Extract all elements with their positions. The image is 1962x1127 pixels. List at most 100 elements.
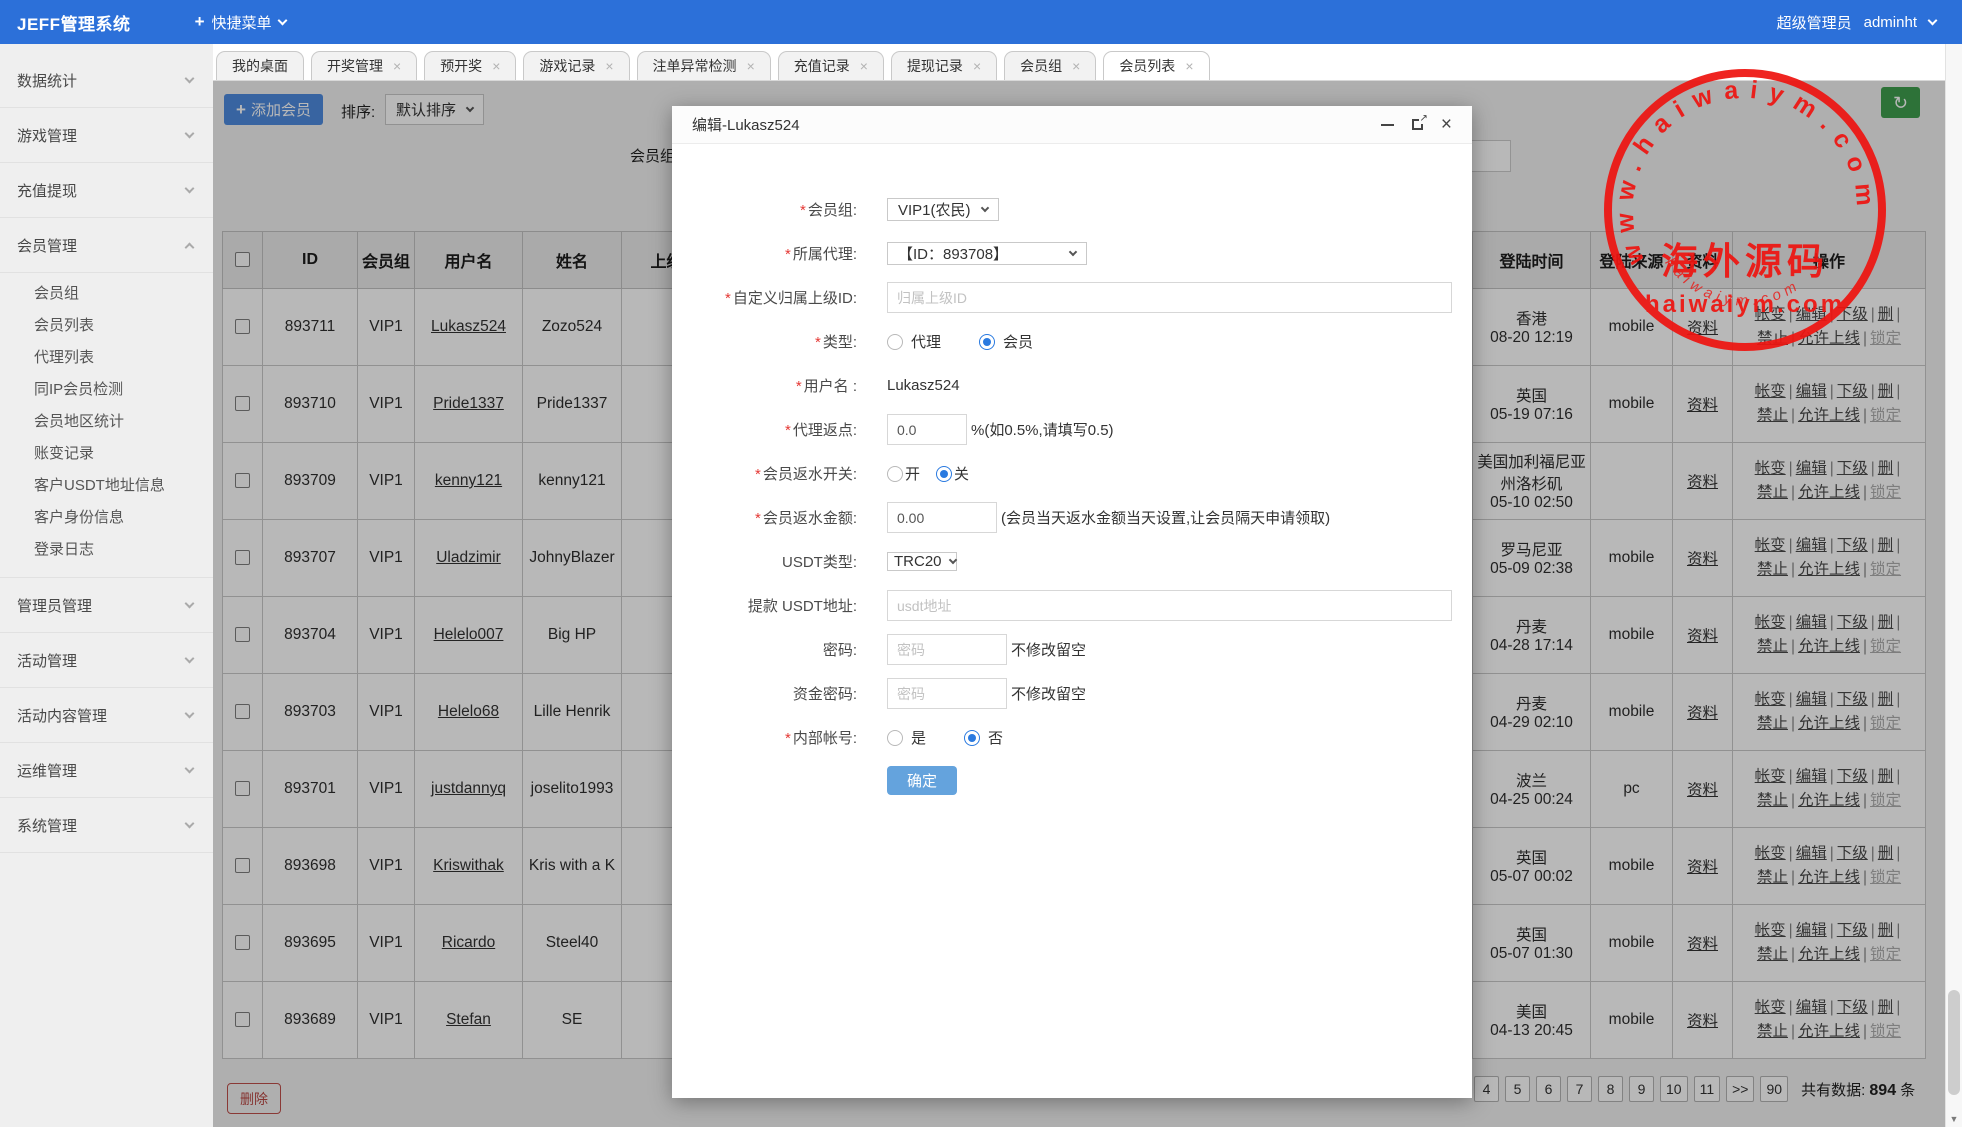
fund-password-input[interactable]	[887, 678, 1007, 709]
sidebar-item-游戏管理[interactable]: 游戏管理	[0, 108, 213, 163]
sidebar-submenu: 会员组 会员列表 代理列表 同IP会员检测 会员地区统计 账变记录 客户USDT地址信息 客户…	[0, 273, 213, 578]
form-row-agent: 所属代理: 【ID：893708】	[672, 238, 1472, 269]
internal-yes-radio[interactable]: 是	[887, 727, 926, 748]
usdt-type-label: USDT类型:	[781, 554, 857, 571]
tab-close-icon[interactable]	[747, 59, 755, 73]
scrollbar-thumb[interactable]	[1948, 990, 1960, 1095]
group-select[interactable]: VIP1(农民)	[887, 198, 999, 221]
sidebar-item-label: 管理员管理	[17, 597, 93, 615]
tab-label: 充值记录	[793, 58, 850, 74]
usdt-type-select[interactable]: TRC20	[887, 552, 957, 571]
sidebar: 数据统计 游戏管理 充值提现 会员管理 会员组 会员列表 代理列表 同IP会员检测 会员地区统计…	[0, 44, 213, 1127]
close-icon[interactable]	[1441, 115, 1452, 134]
quick-menu-button[interactable]: 快捷菜单	[195, 12, 287, 33]
sidebar-subitem-同IP会员检测[interactable]: 同IP会员检测	[0, 374, 213, 406]
rakeback-amount-input[interactable]	[887, 502, 997, 533]
radio-icon	[887, 333, 903, 350]
rebate-label: 代理返点:	[672, 419, 857, 440]
vertical-scrollbar[interactable]	[1945, 44, 1962, 1127]
tab-会员列表[interactable]: 会员列表	[1103, 51, 1210, 80]
dialog-title: 编辑-Lukasz524	[692, 117, 800, 134]
sidebar-item-label: 运维管理	[17, 762, 78, 780]
sidebar-subitem-客户身份信息[interactable]: 客户身份信息	[0, 502, 213, 534]
group-label: 会员组:	[672, 199, 857, 220]
top-bar: JEFF管理系统 快捷菜单 超级管理员 adminht	[0, 0, 1962, 44]
password-input[interactable]	[887, 634, 1007, 665]
chevron-down-icon	[184, 183, 195, 194]
sidebar-item-系统管理[interactable]: 系统管理	[0, 798, 213, 853]
sidebar-subitem-会员组[interactable]: 会员组	[0, 278, 213, 310]
sidebar-subitem-登录日志[interactable]: 登录日志	[0, 534, 213, 566]
confirm-button[interactable]: 确定	[887, 766, 957, 795]
rebate-input[interactable]	[887, 414, 967, 445]
tab-close-icon[interactable]	[393, 59, 401, 73]
sidebar-subitem-账变记录[interactable]: 账变记录	[0, 438, 213, 470]
parent-id-input[interactable]	[887, 282, 1452, 313]
app-title: JEFF管理系统	[17, 14, 131, 34]
rakeback-on-label: 开	[905, 466, 921, 483]
tab-label: 会员列表	[1119, 58, 1176, 74]
rakeback-off-radio[interactable]: 关	[936, 463, 969, 484]
group-select-value: VIP1(农民)	[898, 202, 971, 219]
sidebar-item-label: 充值提现	[17, 182, 78, 200]
form-row-usdt-type: USDT类型: TRC20	[672, 546, 1472, 577]
rakeback-switch-label: 会员返水开关:	[672, 463, 857, 484]
sidebar-subitem-会员列表[interactable]: 会员列表	[0, 310, 213, 342]
tab-开奖管理[interactable]: 开奖管理	[311, 51, 418, 80]
scrollbar-down-arrow[interactable]	[1946, 1110, 1962, 1127]
type-radio-agent[interactable]: 代理	[887, 331, 941, 352]
tab-label: 会员组	[1020, 58, 1063, 74]
tab-close-icon[interactable]	[973, 59, 981, 73]
fund-password-hint: 不修改留空	[1011, 686, 1087, 703]
sidebar-subitem-代理列表[interactable]: 代理列表	[0, 342, 213, 374]
usdt-address-input[interactable]	[887, 590, 1452, 621]
usdt-address-label: 提款 USDT地址:	[747, 598, 857, 615]
chevron-down-icon	[184, 598, 195, 609]
tab-close-icon[interactable]	[1185, 59, 1193, 73]
edit-member-dialog: 编辑-Lukasz524 会员组: VIP1(农民) 所属代理: 【ID：893…	[672, 106, 1472, 1098]
sidebar-item-活动管理[interactable]: 活动管理	[0, 633, 213, 688]
sidebar-item-充值提现[interactable]: 充值提现	[0, 163, 213, 218]
chevron-down-icon	[277, 15, 287, 26]
tab-我的桌面[interactable]: 我的桌面	[216, 51, 304, 80]
minimize-icon[interactable]	[1380, 123, 1394, 126]
tab-提现记录[interactable]: 提现记录	[890, 51, 998, 80]
maximize-icon[interactable]	[1411, 113, 1428, 130]
sidebar-subitem-会员地区统计[interactable]: 会员地区统计	[0, 406, 213, 438]
password-label: 密码:	[822, 642, 857, 659]
tab-close-icon[interactable]	[605, 59, 613, 73]
sidebar-subitem-客户USDT地址信息[interactable]: 客户USDT地址信息	[0, 470, 213, 502]
form-row-rebate: 代理返点: %(如0.5%,请填写0.5)	[672, 414, 1472, 445]
sidebar-item-会员管理[interactable]: 会员管理	[0, 218, 213, 273]
role-label: 超级管理员	[1776, 14, 1852, 32]
tab-close-icon[interactable]	[492, 59, 500, 73]
sidebar-item-管理员管理[interactable]: 管理员管理	[0, 578, 213, 633]
sidebar-item-label: 活动管理	[17, 652, 78, 670]
chevron-down-icon	[184, 763, 195, 774]
agent-select[interactable]: 【ID：893708】	[887, 242, 1087, 265]
tab-label: 我的桌面	[232, 58, 288, 74]
sidebar-item-活动内容管理[interactable]: 活动内容管理	[0, 688, 213, 743]
internal-yes-label: 是	[911, 730, 927, 747]
tab-会员组[interactable]: 会员组	[1004, 51, 1097, 80]
tab-close-icon[interactable]	[1072, 59, 1080, 73]
rebate-hint: %(如0.5%,请填写0.5)	[971, 422, 1114, 439]
rakeback-on-radio[interactable]: 开	[887, 463, 920, 484]
sidebar-item-数据统计[interactable]: 数据统计	[0, 53, 213, 108]
internal-no-radio[interactable]: 否	[964, 727, 1003, 748]
account-menu[interactable]: 超级管理员 adminht	[1776, 12, 1938, 33]
sidebar-item-运维管理[interactable]: 运维管理	[0, 743, 213, 798]
type-member-label: 会员	[1003, 334, 1034, 351]
tab-充值记录[interactable]: 充值记录	[777, 51, 884, 80]
plus-icon	[195, 12, 205, 32]
internal-no-label: 否	[988, 730, 1004, 747]
form-row-username: 用户名 : Lukasz524	[672, 370, 1472, 401]
tab-close-icon[interactable]	[860, 59, 868, 73]
tab-strip: 我的桌面 开奖管理 预开奖 游戏记录 注单异常检测 充值记录 提现记录 会员组 会员列表	[213, 44, 1962, 81]
tab-游戏记录[interactable]: 游戏记录	[523, 51, 630, 80]
type-radio-member[interactable]: 会员	[979, 331, 1033, 352]
tab-注单异常检测[interactable]: 注单异常检测	[636, 51, 771, 80]
form-row-usdt-address: 提款 USDT地址:	[672, 590, 1472, 621]
chevron-down-icon	[184, 653, 195, 664]
tab-预开奖[interactable]: 预开奖	[424, 51, 517, 80]
